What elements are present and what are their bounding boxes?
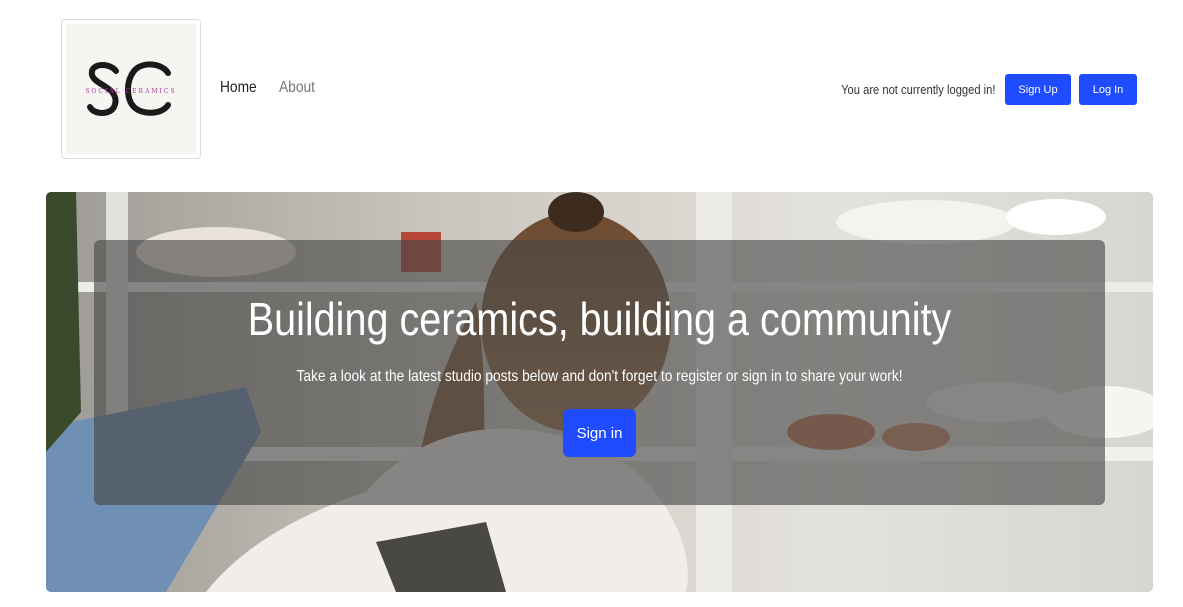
- nav-about-link[interactable]: About: [279, 79, 315, 97]
- login-status-text: You are not currently logged in!: [840, 82, 995, 97]
- log-in-button[interactable]: Log In: [1079, 74, 1137, 105]
- main-nav: Home About: [220, 79, 321, 97]
- site-header: SOCIAL CERAMICS Home About You are not c…: [0, 0, 1183, 180]
- nav-home-link[interactable]: Home: [220, 79, 257, 97]
- logo[interactable]: SOCIAL CERAMICS: [61, 19, 201, 159]
- logo-tagline: SOCIAL CERAMICS: [85, 88, 177, 95]
- hero-banner: Building ceramics, building a community …: [46, 192, 1153, 592]
- auth-area: You are not currently logged in! Sign Up…: [816, 74, 1137, 105]
- hero-title: Building ceramics, building a community: [247, 293, 952, 345]
- hero-content-panel: Building ceramics, building a community …: [94, 240, 1105, 505]
- hero-subtitle: Take a look at the latest studio posts b…: [296, 368, 903, 385]
- sign-up-button[interactable]: Sign Up: [1005, 74, 1071, 105]
- hero-sign-in-button[interactable]: Sign in: [563, 409, 636, 457]
- logo-mark: SOCIAL CERAMICS: [66, 24, 196, 154]
